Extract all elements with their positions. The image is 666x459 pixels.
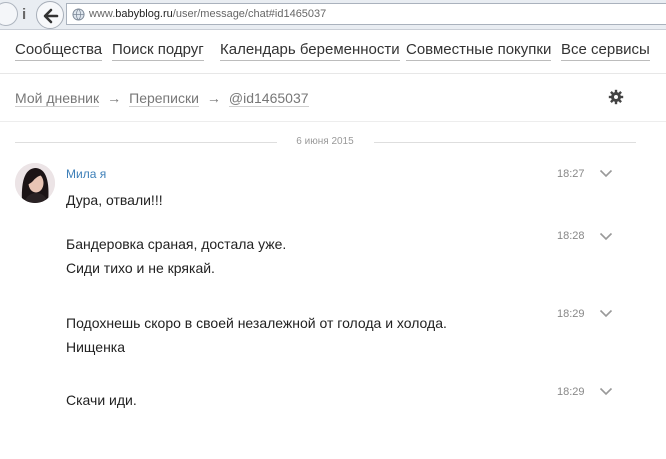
message-time: 18:29 xyxy=(557,386,585,398)
message-line: Скачи иди. xyxy=(66,392,137,408)
nav-communities[interactable]: Сообщества xyxy=(15,41,103,61)
back-arrow-icon xyxy=(43,8,59,24)
url-text[interactable]: www.babyblog.ru/user/message/chat#id1465… xyxy=(89,8,326,20)
message-time: 18:29 xyxy=(557,308,585,320)
chevron-down-icon[interactable] xyxy=(599,232,613,241)
gear-icon[interactable] xyxy=(608,89,624,105)
message-line: Бандеровка сраная, достала уже. xyxy=(66,236,287,252)
breadcrumb: Мой дневник → Переписки → @id1465037 xyxy=(15,90,309,107)
address-bar[interactable]: www.babyblog.ru/user/message/chat#id1465… xyxy=(66,3,666,25)
breadcrumb-chats[interactable]: Переписки xyxy=(129,90,199,107)
breadcrumb-separator: → xyxy=(107,90,122,106)
date-divider-right xyxy=(374,142,636,143)
message-time: 18:28 xyxy=(557,230,585,242)
url-domain: babyblog.ru xyxy=(115,8,173,20)
url-prefix: www. xyxy=(89,8,116,20)
chat-date: 6 июня 2015 xyxy=(296,136,354,147)
avatar[interactable] xyxy=(15,163,55,203)
breadcrumb-diary[interactable]: Мой дневник xyxy=(15,90,100,107)
previous-tab-button[interactable] xyxy=(0,2,18,26)
message-line: Дура, отвали!!! xyxy=(66,192,163,208)
chevron-down-icon[interactable] xyxy=(599,309,613,318)
nav-all-services[interactable]: Все сервисы xyxy=(561,41,650,61)
message-4: Скачи иди. xyxy=(66,388,137,412)
message-line: Нищенка xyxy=(66,339,126,355)
chevron-down-icon[interactable] xyxy=(599,169,613,178)
globe-icon xyxy=(72,8,85,21)
divider xyxy=(0,121,666,122)
message-2: Бандеровка сраная, достала уже. Сиди тих… xyxy=(66,232,286,280)
message-3: Подохнешь скоро в своей незалежной от го… xyxy=(66,311,447,359)
browser-toolbar: i www.babyblog.ru/user/message/chat#id14… xyxy=(0,0,666,30)
date-divider-left xyxy=(15,142,277,143)
author-name[interactable]: Мила я xyxy=(66,167,106,181)
url-path: /user/message/chat#id1465037 xyxy=(172,8,327,20)
breadcrumb-separator: → xyxy=(206,90,221,106)
nav-find-friends[interactable]: Поиск подруг xyxy=(112,41,204,61)
message-line: Подохнешь скоро в своей незалежной от го… xyxy=(66,315,447,331)
chevron-down-icon[interactable] xyxy=(599,387,613,396)
site-navigation: Сообщества Поиск подруг Календарь береме… xyxy=(0,30,666,74)
message-line: Сиди тихо и не крякай. xyxy=(66,260,215,276)
avatar-photo xyxy=(15,163,55,203)
breadcrumb-current-user[interactable]: @id1465037 xyxy=(228,90,309,107)
message-time: 18:27 xyxy=(557,168,585,180)
nav-group-purchases[interactable]: Совместные покупки xyxy=(406,41,552,61)
back-button[interactable] xyxy=(36,1,64,29)
message-1: Дура, отвали!!! xyxy=(66,188,163,212)
toolbar-info-glyph: i xyxy=(22,6,27,23)
nav-pregnancy-calendar[interactable]: Календарь беременности xyxy=(220,41,400,61)
